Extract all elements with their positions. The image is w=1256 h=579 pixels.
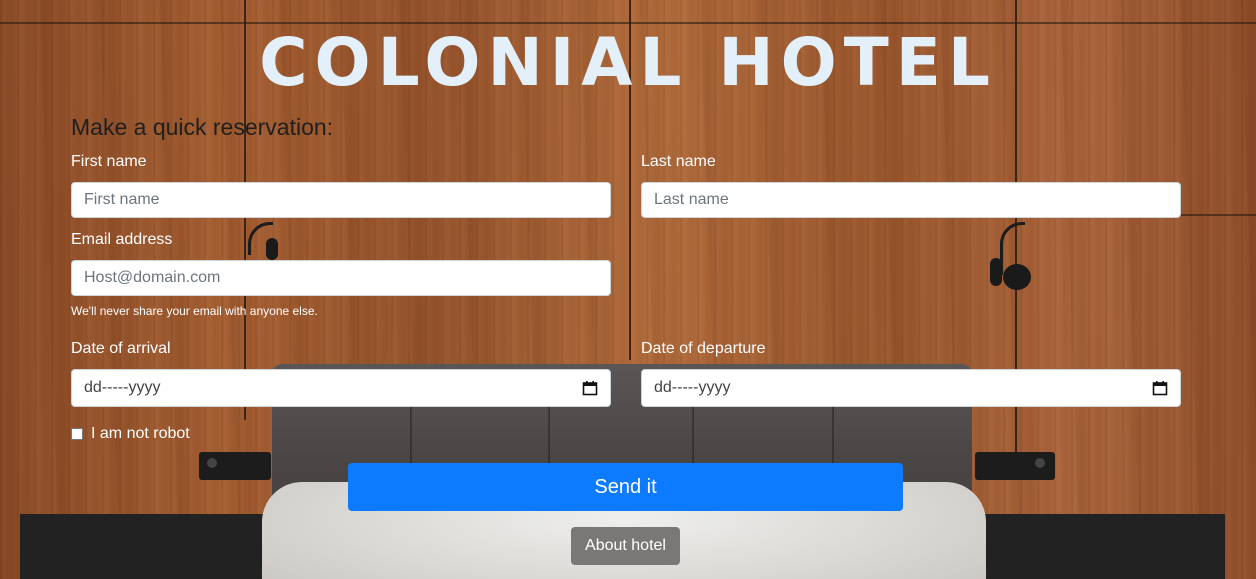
calendar-icon[interactable]	[582, 380, 598, 396]
arrival-date-input[interactable]: dd-----yyyy	[71, 369, 611, 407]
about-hotel-button[interactable]: About hotel	[571, 527, 680, 565]
first-name-label: First name	[71, 153, 147, 170]
calendar-icon[interactable]	[1152, 380, 1168, 396]
reservation-page: COLONIAL HOTEL Make a quick reservation:…	[0, 0, 1256, 579]
arrival-date-value: dd-----yyyy	[84, 379, 161, 396]
form-heading: Make a quick reservation:	[71, 114, 334, 140]
first-name-input[interactable]	[71, 182, 611, 218]
nightstand	[975, 514, 1225, 579]
email-help-text: We'll never share your email with anyone…	[71, 304, 318, 318]
departure-date-value: dd-----yyyy	[654, 379, 731, 396]
wall-lamp-head	[990, 258, 1002, 286]
wall-lamp-head	[266, 238, 278, 260]
departure-date-label: Date of departure	[641, 340, 766, 357]
arrival-date-label: Date of arrival	[71, 340, 171, 357]
email-label: Email address	[71, 231, 173, 248]
last-name-label: Last name	[641, 153, 716, 170]
wall-socket	[199, 452, 271, 480]
nightstand	[20, 514, 270, 579]
wall-lamp-head	[1003, 264, 1031, 290]
email-input[interactable]	[71, 260, 611, 296]
not-robot-checkbox[interactable]	[71, 428, 83, 440]
not-robot-label: I am not robot	[91, 425, 190, 442]
last-name-input[interactable]	[641, 182, 1181, 218]
hotel-title: COLONIAL HOTEL	[259, 24, 997, 101]
wall-socket	[975, 452, 1055, 480]
send-button[interactable]: Send it	[348, 463, 903, 511]
departure-date-input[interactable]: dd-----yyyy	[641, 369, 1181, 407]
